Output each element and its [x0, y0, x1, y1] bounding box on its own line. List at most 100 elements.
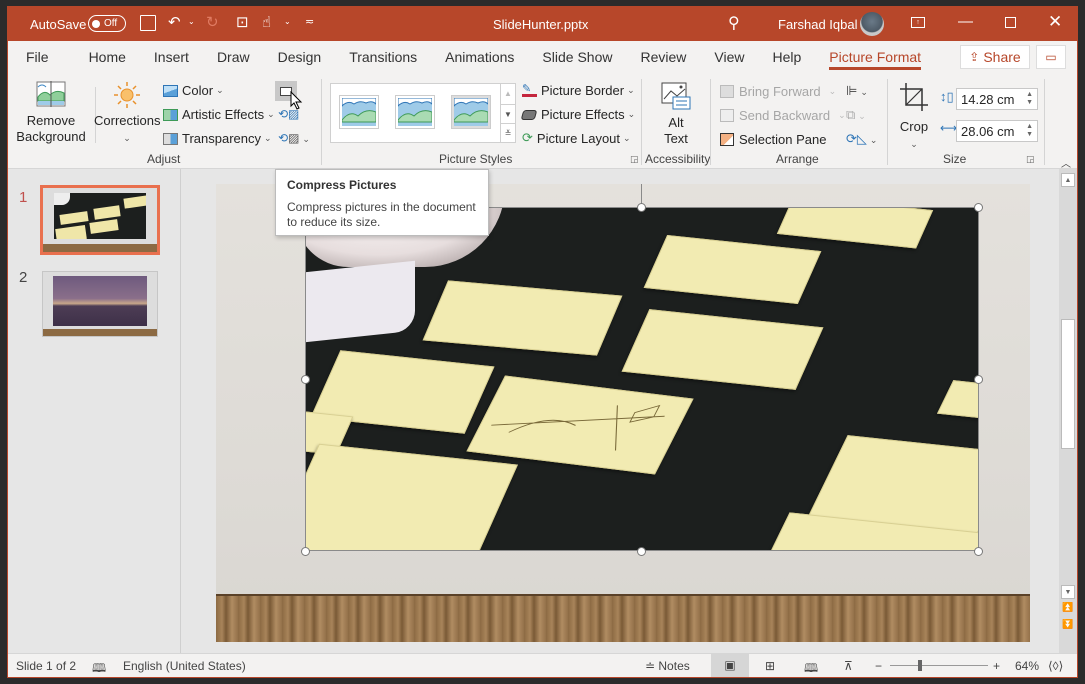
notes-button[interactable]: ≐ Notes — [645, 659, 690, 673]
scroll-down-button[interactable]: ▼ — [1061, 585, 1075, 599]
accessibility-checker-icon[interactable]: 🕮 — [92, 659, 106, 677]
customize-qat-icon[interactable]: ≂ — [305, 15, 314, 28]
tab-review[interactable]: Review — [626, 41, 700, 73]
picture-border-icon: ✎ — [522, 84, 537, 97]
tab-draw[interactable]: Draw — [203, 41, 264, 73]
autosave-toggle[interactable]: Off — [88, 15, 126, 32]
zoom-slider[interactable] — [890, 660, 988, 671]
zoom-out-button[interactable]: − — [875, 659, 882, 673]
gallery-scroll-down[interactable]: ▼ — [500, 104, 515, 123]
alt-text-button[interactable]: Alt Text — [653, 81, 699, 147]
resize-handle-bottom-right[interactable] — [974, 547, 983, 556]
picture-layout-button[interactable]: ⟳ Picture Layout ⌄ — [522, 130, 631, 146]
close-icon[interactable]: ✕ — [1048, 12, 1062, 32]
separator — [641, 79, 642, 165]
minimize-icon[interactable]: — — [958, 13, 973, 30]
style-thumbnail[interactable] — [339, 95, 379, 129]
slide-show-button[interactable]: ⊼ — [844, 659, 853, 673]
zoom-level[interactable]: 64% — [1015, 659, 1039, 673]
width-spinner[interactable]: ▲ ▼ — [1026, 123, 1033, 139]
maximize-icon[interactable] — [1005, 17, 1016, 28]
align-button[interactable]: ⊫ ⌄ — [846, 83, 868, 99]
save-icon[interactable] — [140, 15, 156, 31]
artistic-effects-button[interactable]: Artistic Effects ⌄ — [163, 107, 275, 122]
group-button[interactable]: ⧉ ⌄ — [846, 107, 866, 123]
slide-thumbnail-2[interactable] — [42, 271, 158, 337]
height-spinner[interactable]: ▲ ▼ — [1026, 91, 1033, 107]
normal-view-button[interactable]: ▣ — [711, 654, 749, 677]
resize-handle-bottom-left[interactable] — [301, 547, 310, 556]
slide-thumbnail-1[interactable] — [40, 185, 160, 255]
avatar[interactable] — [860, 12, 884, 36]
tab-picture-format[interactable]: Picture Format — [815, 41, 935, 73]
next-slide-button[interactable]: ⏬ — [1061, 619, 1075, 630]
resize-handle-top-right[interactable] — [974, 203, 983, 212]
rotate-button[interactable]: ⟳◺ ⌄ — [846, 131, 877, 147]
undo-icon[interactable]: ↶ — [168, 13, 181, 31]
style-thumbnail[interactable] — [395, 95, 435, 129]
redo-icon: ↻ — [206, 14, 219, 31]
chevron-down-icon: ⌄ — [627, 85, 635, 95]
artistic-effects-label: Artistic Effects — [182, 107, 265, 122]
tab-animations[interactable]: Animations — [431, 41, 528, 73]
touch-mode-icon[interactable]: ☝ — [262, 13, 271, 31]
selection-pane-button[interactable]: Selection Pane — [720, 132, 826, 147]
slide-number: 2 — [19, 269, 28, 286]
undo-dropdown-icon[interactable]: ⌄ — [188, 17, 195, 26]
collapse-ribbon-icon[interactable]: ︿ — [1061, 155, 1071, 170]
gallery-more[interactable]: ≚ — [500, 123, 515, 143]
reading-view-button[interactable]: 🕮 — [804, 659, 818, 677]
picture-effects-button[interactable]: Picture Effects ⌄ — [520, 107, 636, 122]
resize-handle-right[interactable] — [974, 375, 983, 384]
width-input[interactable]: 28.06 cm ▲ ▼ — [956, 120, 1038, 142]
reset-picture-button[interactable]: ⟲▨ ⌄ — [278, 131, 312, 149]
selection-border — [305, 207, 979, 551]
vertical-scrollbar[interactable]: ▲ ▼ ⏫ ⏬ — [1059, 169, 1077, 655]
tab-help[interactable]: Help — [758, 41, 815, 73]
present-icon[interactable]: ⊡ — [236, 13, 249, 31]
gallery-scroll-up[interactable]: ▲ — [500, 84, 515, 104]
tab-slide-show[interactable]: Slide Show — [528, 41, 626, 73]
picture-border-button[interactable]: ✎ Picture Border ⌄ — [522, 83, 635, 98]
scroll-up-button[interactable]: ▲ — [1061, 173, 1075, 187]
height-input[interactable]: 14.28 cm ▲ ▼ — [956, 88, 1038, 110]
crop-button[interactable]: Crop ⌄ — [896, 83, 932, 152]
tab-file[interactable]: File — [12, 41, 63, 73]
zoom-slider-thumb[interactable] — [918, 660, 922, 671]
alt-text-line1: Alt — [668, 115, 684, 130]
tab-home[interactable]: Home — [75, 41, 140, 73]
resize-handle-top[interactable] — [637, 203, 646, 212]
resize-handle-left[interactable] — [301, 375, 310, 384]
picture-styles-dialog-launcher[interactable]: ◲ — [630, 154, 639, 165]
tab-view[interactable]: View — [700, 41, 758, 73]
color-label: Color — [182, 83, 214, 98]
tab-transitions[interactable]: Transitions — [335, 41, 431, 73]
remove-background-button[interactable]: Remove Background — [16, 81, 86, 145]
fit-to-window-icon[interactable]: ⟨◊⟩ — [1048, 659, 1063, 673]
transparency-icon — [163, 132, 178, 145]
rotate-handle-icon[interactable]: ⟳ — [634, 184, 646, 188]
tab-insert[interactable]: Insert — [140, 41, 203, 73]
size-dialog-launcher[interactable]: ◲ — [1026, 154, 1035, 165]
send-backward-button[interactable]: Send Backward ⌄ — [720, 108, 846, 123]
picture-effects-label: Picture Effects — [541, 107, 625, 122]
slide-sorter-view-button[interactable]: ⊞ — [765, 659, 775, 673]
resize-handle-bottom[interactable] — [637, 547, 646, 556]
corrections-button[interactable]: Corrections ⌄ — [94, 81, 160, 146]
chevron-down-icon: ⌄ — [627, 109, 636, 119]
status-bar: Slide 1 of 2 🕮 English (United States) ≐… — [8, 653, 1077, 677]
previous-slide-button[interactable]: ⏫ — [1061, 602, 1075, 613]
bring-forward-button[interactable]: Bring Forward ⌄ — [720, 84, 836, 99]
zoom-in-button[interactable]: + — [993, 659, 1000, 673]
style-thumbnail[interactable] — [451, 95, 491, 129]
scroll-thumb[interactable] — [1061, 319, 1075, 449]
language-status[interactable]: English (United States) — [123, 659, 246, 673]
share-button[interactable]: ⇪ Share — [960, 45, 1030, 69]
tab-design[interactable]: Design — [264, 41, 336, 73]
touch-dropdown-icon[interactable]: ⌄ — [284, 17, 291, 26]
ribbon-display-options-icon[interactable]: ↑ — [911, 17, 925, 28]
transparency-button[interactable]: Transparency ⌄ — [163, 131, 272, 146]
color-button[interactable]: Color ⌄ — [163, 83, 224, 98]
comments-button[interactable]: ▭ — [1036, 45, 1066, 69]
search-icon[interactable]: ⚲ — [728, 13, 740, 33]
